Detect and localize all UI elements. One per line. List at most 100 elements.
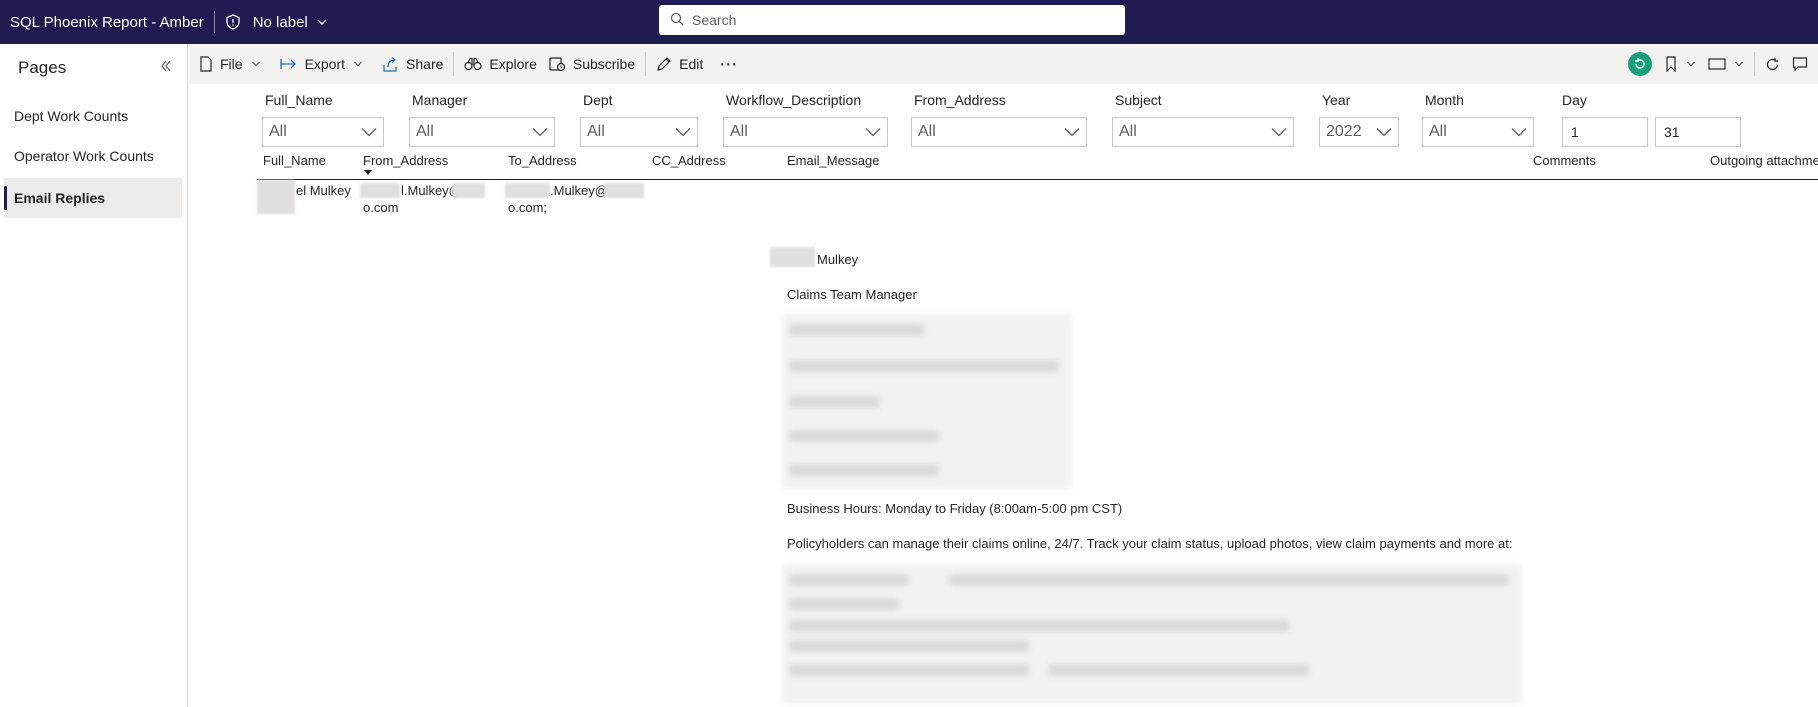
more-options-icon: ⋯: [719, 53, 738, 74]
edit-button[interactable]: Edit: [650, 49, 709, 79]
explore-label: Explore: [489, 56, 537, 72]
subject-dropdown[interactable]: All: [1112, 117, 1294, 147]
redacted-block: [604, 183, 644, 198]
slicer-label-full-name: Full_Name: [265, 92, 333, 108]
column-header-to-address[interactable]: To_Address: [508, 153, 577, 168]
search-placeholder: Search: [692, 12, 737, 28]
reset-to-default-button[interactable]: [1622, 49, 1658, 79]
redacted-line: [789, 396, 879, 408]
more-options-button[interactable]: ⋯: [713, 49, 743, 79]
redacted-block: [770, 247, 815, 267]
subscribe-icon: [549, 57, 565, 72]
column-header-from-address[interactable]: From_Address: [363, 153, 448, 168]
binoculars-icon: [464, 57, 482, 71]
redacted-line: [789, 574, 909, 586]
dropdown-value: All: [416, 123, 434, 140]
chevron-down-icon: [1687, 61, 1695, 67]
slicer-label-subject: Subject: [1115, 92, 1162, 108]
export-label: Export: [304, 56, 346, 72]
sensitivity-label-text: No label: [252, 13, 308, 31]
shield-icon: [225, 14, 241, 30]
column-header-cc-address[interactable]: CC_Address: [652, 153, 726, 168]
slicer-label-dept: Dept: [583, 92, 613, 108]
full-name-text: el Mulkey: [296, 183, 351, 198]
dropdown-value: All: [269, 123, 287, 140]
subscribe-button[interactable]: Subscribe: [543, 49, 641, 79]
collapse-pane-button[interactable]: [155, 56, 175, 76]
share-icon: [383, 56, 397, 72]
dept-dropdown[interactable]: All: [580, 117, 698, 147]
toolbar-divider: [645, 52, 647, 76]
column-header-email-message[interactable]: Email_Message: [787, 153, 880, 168]
email-sender-name: Mulkey: [817, 252, 859, 267]
chevron-down-icon: [1064, 128, 1080, 137]
edit-label: Edit: [679, 56, 704, 72]
slicer-label-day: Day: [1562, 92, 1587, 108]
share-button[interactable]: Share: [376, 49, 449, 79]
bookmark-icon: [1666, 56, 1676, 72]
redacted-block: [257, 180, 295, 214]
chevron-down-icon: [865, 128, 881, 137]
export-icon: [279, 59, 296, 69]
pages-pane: Pages Dept Work Counts Operator Work Cou…: [0, 44, 188, 707]
share-label: Share: [406, 56, 444, 72]
bookmarks-button[interactable]: [1658, 49, 1702, 79]
page-item-operator-work-counts[interactable]: Operator Work Counts: [4, 136, 182, 176]
slicer-label-workflow-description: Workflow_Description: [726, 92, 862, 108]
day-from-input[interactable]: 1: [1562, 117, 1648, 147]
dropdown-value: All: [730, 123, 748, 140]
redacted-line: [789, 598, 899, 610]
redacted-line: [789, 640, 1029, 652]
redacted-block: [452, 183, 485, 198]
page-item-label: Dept Work Counts: [14, 108, 129, 124]
chevron-down-icon: [1735, 61, 1743, 67]
refresh-button[interactable]: [1759, 49, 1786, 79]
page-item-email-replies[interactable]: Email Replies: [4, 178, 182, 218]
column-header-comments[interactable]: Comments: [1533, 153, 1596, 168]
slicer-label-from-address: From_Address: [914, 92, 1006, 108]
workflow-description-dropdown[interactable]: All: [723, 117, 888, 147]
slicer-label-manager: Manager: [412, 92, 468, 108]
page-item-label: Operator Work Counts: [14, 148, 154, 164]
search-box[interactable]: Search: [659, 5, 1125, 35]
comments-button[interactable]: [1786, 49, 1814, 79]
month-dropdown[interactable]: All: [1422, 117, 1534, 147]
day-to-value: 31: [1664, 124, 1680, 140]
to-address-domain: o.com;: [508, 200, 548, 215]
day-to-input[interactable]: 31: [1655, 117, 1741, 147]
view-button[interactable]: [1702, 49, 1750, 79]
table-header-underline: [257, 179, 1593, 180]
year-dropdown[interactable]: 2022: [1319, 117, 1399, 147]
sort-descending-icon: [364, 170, 372, 175]
table-header-underline: [1527, 179, 1818, 180]
double-chevron-left-icon: [161, 60, 171, 72]
manager-dropdown[interactable]: All: [409, 117, 555, 147]
slicer-label-month: Month: [1425, 92, 1464, 108]
export-menu-button[interactable]: Export: [274, 49, 376, 79]
dropdown-value: All: [918, 123, 936, 140]
redacted-line: [789, 430, 939, 442]
day-from-value: 1: [1571, 124, 1579, 140]
chevron-down-icon: [361, 128, 377, 137]
from-address-domain: o.com: [363, 200, 399, 215]
from-address-dropdown[interactable]: All: [911, 117, 1087, 147]
chevron-down-icon: [316, 16, 328, 28]
dropdown-value: All: [587, 123, 605, 140]
explore-button[interactable]: Explore: [458, 49, 542, 79]
top-bar: SQL Phoenix Report - Amber No label Sear…: [0, 0, 1818, 44]
redacted-line: [789, 620, 1289, 632]
comment-icon: [1792, 57, 1808, 72]
redacted-line: [789, 360, 1059, 372]
redacted-block: [505, 183, 550, 198]
file-menu-button[interactable]: File: [193, 49, 274, 79]
full-name-dropdown[interactable]: All: [262, 117, 384, 147]
dropdown-value: 2022: [1326, 123, 1362, 140]
chevron-down-icon: [532, 128, 548, 137]
chevron-down-icon: [1376, 128, 1392, 137]
page-item-dept-work-counts[interactable]: Dept Work Counts: [4, 96, 182, 136]
column-header-full-name[interactable]: Full_Name: [263, 153, 326, 168]
chevron-down-icon: [1511, 128, 1527, 137]
column-header-outgoing-attachments[interactable]: Outgoing attachme: [1710, 153, 1818, 168]
to-address-text: .Mulkey@: [550, 183, 608, 198]
sensitivity-label-button[interactable]: No label: [225, 14, 328, 31]
